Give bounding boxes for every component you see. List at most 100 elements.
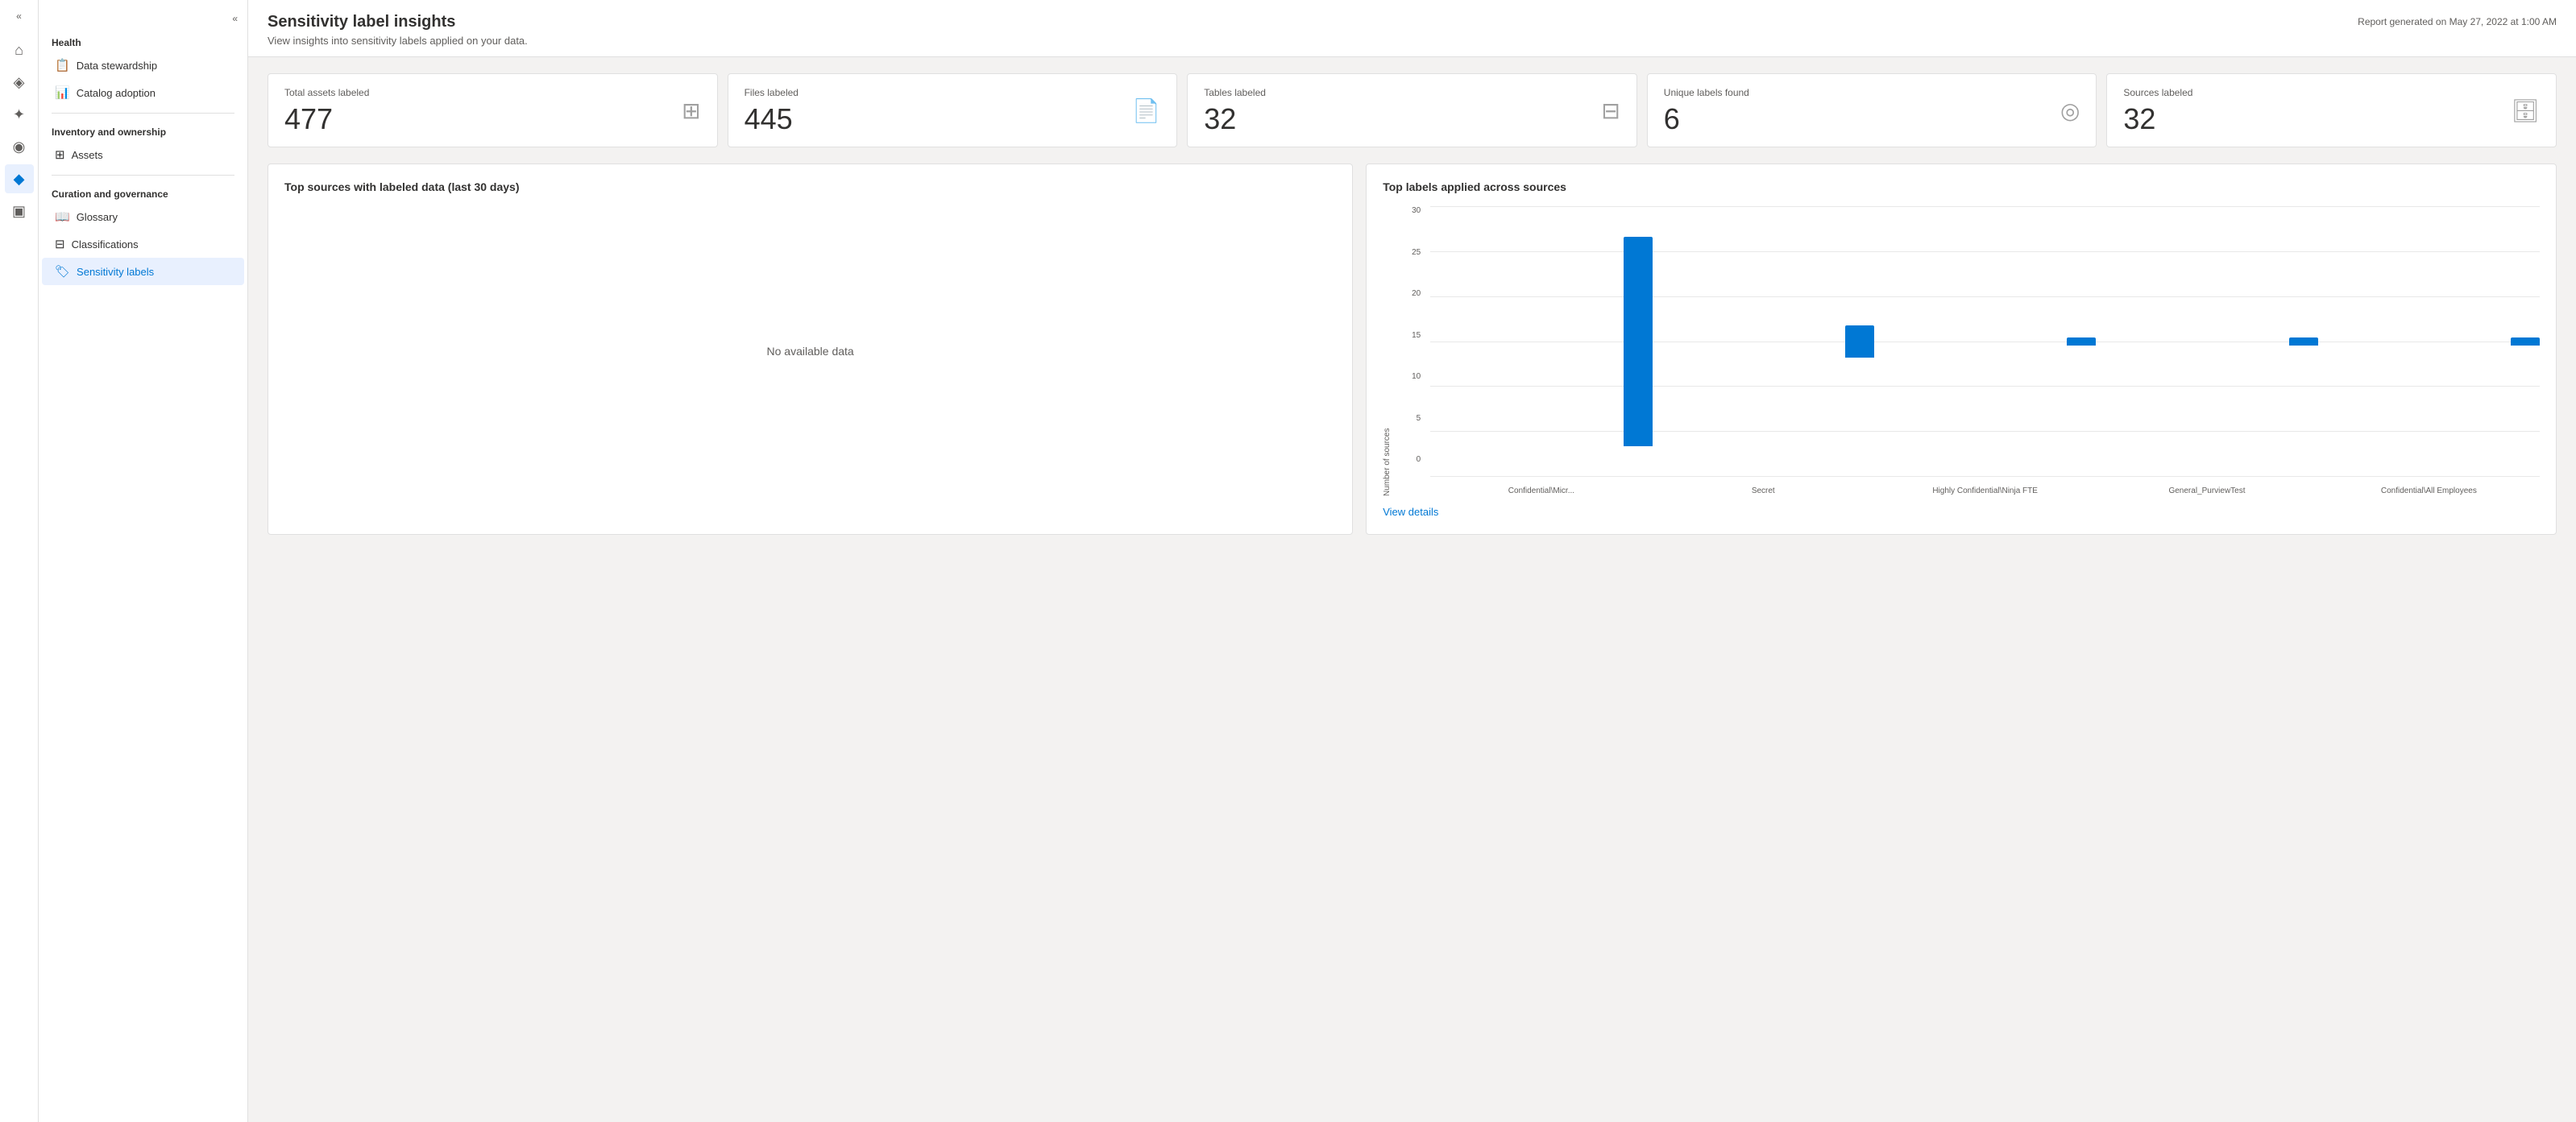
header-left: Sensitivity label insights View insights… (268, 13, 528, 47)
y-axis-label: 0 (1417, 455, 1421, 464)
bar-chart-container: Number of sources 30 25 20 15 10 5 0 Confident… (1383, 206, 2540, 496)
sidebar-item-sensitivity-labels[interactable]: 🏷 Sensitivity labels (42, 258, 244, 285)
sidebar-item-label-glossary: Glossary (77, 211, 118, 223)
sidebar-collapse: « (39, 6, 247, 31)
y-axis-label: 10 (1412, 372, 1421, 381)
y-axis-label: 15 (1412, 331, 1421, 340)
view-details-link[interactable]: View details (1383, 506, 1438, 518)
y-axis-label: 20 (1412, 289, 1421, 298)
stewardship-nav-icon[interactable]: ◆ (5, 164, 34, 193)
x-axis-label: Secret (1653, 482, 1874, 496)
bar-group (2096, 206, 2317, 476)
x-axis-label: Confidential\Micr... (1430, 482, 1652, 496)
bar-3 (2289, 337, 2318, 346)
bars-row (1430, 206, 2540, 476)
grid-line (1430, 476, 2540, 477)
chart-area: Confidential\Micr...SecretHighly Confide… (1430, 206, 2540, 496)
stat-value-tables: 32 (1204, 105, 1266, 134)
stat-card-files-labeled: Files labeled 445 📄 (728, 73, 1178, 147)
home-nav-icon[interactable]: ⌂ (5, 35, 34, 64)
stat-card-left-files: Files labeled 445 (745, 87, 799, 134)
no-data-label: No available data (284, 206, 1336, 496)
sidebar-divider-2 (52, 175, 234, 176)
sidebar-item-glossary[interactable]: 📖 Glossary (42, 203, 244, 230)
map-nav-icon[interactable]: ◈ (5, 68, 34, 97)
stat-card-left-total-assets: Total assets labeled 477 (284, 87, 369, 134)
bar-4 (2511, 337, 2540, 346)
stat-label-tables: Tables labeled (1204, 87, 1266, 98)
x-axis-label: Confidential\All Employees (2318, 482, 2540, 496)
sidebar: « Health 📋 Data stewardship 📊 Catalog ad… (39, 0, 248, 1122)
page-header: Sensitivity label insights View insights… (248, 0, 2576, 57)
stat-card-left-sources: Sources labeled 32 (2123, 87, 2192, 134)
sidebar-item-classifications[interactable]: ⊟ Classifications (42, 230, 244, 258)
stat-card-left-unique: Unique labels found 6 (1664, 87, 1749, 134)
assets-icon: ⊞ (55, 147, 65, 162)
right-chart-title: Top labels applied across sources (1383, 180, 2540, 193)
sidebar-item-assets[interactable]: ⊞ Assets (42, 141, 244, 168)
sidebar-item-label-data-stewardship: Data stewardship (77, 60, 157, 72)
y-axis: 30 25 20 15 10 5 0 (1401, 206, 1421, 496)
y-axis-label: 30 (1412, 206, 1421, 215)
file-icon: 📄 (1132, 97, 1160, 124)
bar-0 (1624, 237, 1653, 446)
rail-collapse-button[interactable]: « (5, 6, 34, 26)
bar-group (1874, 206, 2096, 476)
y-axis-title: Number of sources (1383, 206, 1392, 496)
stat-card-tables-labeled: Tables labeled 32 ⊟ (1187, 73, 1637, 147)
x-axis-label: Highly Confidential\Ninja FTE (1874, 482, 2096, 496)
stat-card-unique-labels: Unique labels found 6 ◎ (1647, 73, 2097, 147)
catalog-nav-icon[interactable]: ✦ (5, 100, 34, 129)
source-icon: 🗄 (2511, 97, 2540, 124)
stat-label-sources: Sources labeled (2123, 87, 2192, 98)
curation-section-header: Curation and governance (39, 182, 247, 203)
bar-2 (2067, 337, 2096, 346)
charts-row: Top sources with labeled data (last 30 d… (268, 164, 2557, 535)
sidebar-item-catalog-adoption[interactable]: 📊 Catalog adoption (42, 79, 244, 106)
stat-card-left-tables: Tables labeled 32 (1204, 87, 1266, 134)
content-area: Total assets labeled 477 ⊞ Files labeled… (248, 57, 2576, 1122)
stat-value-total-assets: 477 (284, 105, 369, 134)
glossary-icon: 📖 (55, 209, 70, 224)
shield-nav-icon[interactable]: ◉ (5, 132, 34, 161)
tag-icon: ◎ (2060, 97, 2080, 124)
icon-rail: « ⌂ ◈ ✦ ◉ ◆ ▣ (0, 0, 39, 1122)
classifications-icon: ⊟ (55, 237, 65, 251)
sidebar-item-label-assets: Assets (72, 149, 103, 161)
report-generated-label: Report generated on May 27, 2022 at 1:00… (2358, 16, 2557, 27)
stat-card-sources-labeled: Sources labeled 32 🗄 (2106, 73, 2557, 147)
y-axis-label: 25 (1412, 248, 1421, 257)
bar-1 (1845, 325, 1874, 358)
sensitivity-labels-icon: 🏷 (55, 264, 70, 279)
sidebar-item-label-catalog-adoption: Catalog adoption (77, 87, 156, 99)
health-section-header: Health (39, 31, 247, 52)
stat-cards-row: Total assets labeled 477 ⊞ Files labeled… (268, 73, 2557, 147)
stat-value-sources: 32 (2123, 105, 2192, 134)
sidebar-item-data-stewardship[interactable]: 📋 Data stewardship (42, 52, 244, 79)
bar-group (1430, 206, 1652, 476)
inventory-section-header: Inventory and ownership (39, 120, 247, 141)
x-axis-label: General_PurviewTest (2096, 482, 2317, 496)
sidebar-divider-1 (52, 113, 234, 114)
sidebar-item-label-classifications: Classifications (72, 238, 139, 250)
right-chart-panel: Top labels applied across sources Number… (1366, 164, 2557, 535)
stat-label-unique: Unique labels found (1664, 87, 1749, 98)
left-chart-title: Top sources with labeled data (last 30 d… (284, 180, 1336, 193)
sidebar-item-label-sensitivity-labels: Sensitivity labels (77, 266, 154, 278)
grid-icon: ⊟ (1601, 97, 1620, 124)
bar-group (2318, 206, 2540, 476)
bars-and-grid (1430, 206, 2540, 476)
catalog-adoption-icon: 📊 (55, 85, 70, 100)
page-subtitle: View insights into sensitivity labels ap… (268, 35, 528, 47)
bar-group (1653, 206, 1874, 476)
x-axis: Confidential\Micr...SecretHighly Confide… (1430, 482, 2540, 496)
stat-value-files: 445 (745, 105, 799, 134)
stat-label-files: Files labeled (745, 87, 799, 98)
sidebar-collapse-button[interactable]: « (229, 10, 241, 27)
main-content: Sensitivity label insights View insights… (248, 0, 2576, 1122)
briefcase-nav-icon[interactable]: ▣ (5, 197, 34, 226)
y-axis-label: 5 (1417, 414, 1421, 423)
page-title: Sensitivity label insights (268, 13, 528, 31)
left-chart-panel: Top sources with labeled data (last 30 d… (268, 164, 1353, 535)
stat-card-total-assets: Total assets labeled 477 ⊞ (268, 73, 718, 147)
